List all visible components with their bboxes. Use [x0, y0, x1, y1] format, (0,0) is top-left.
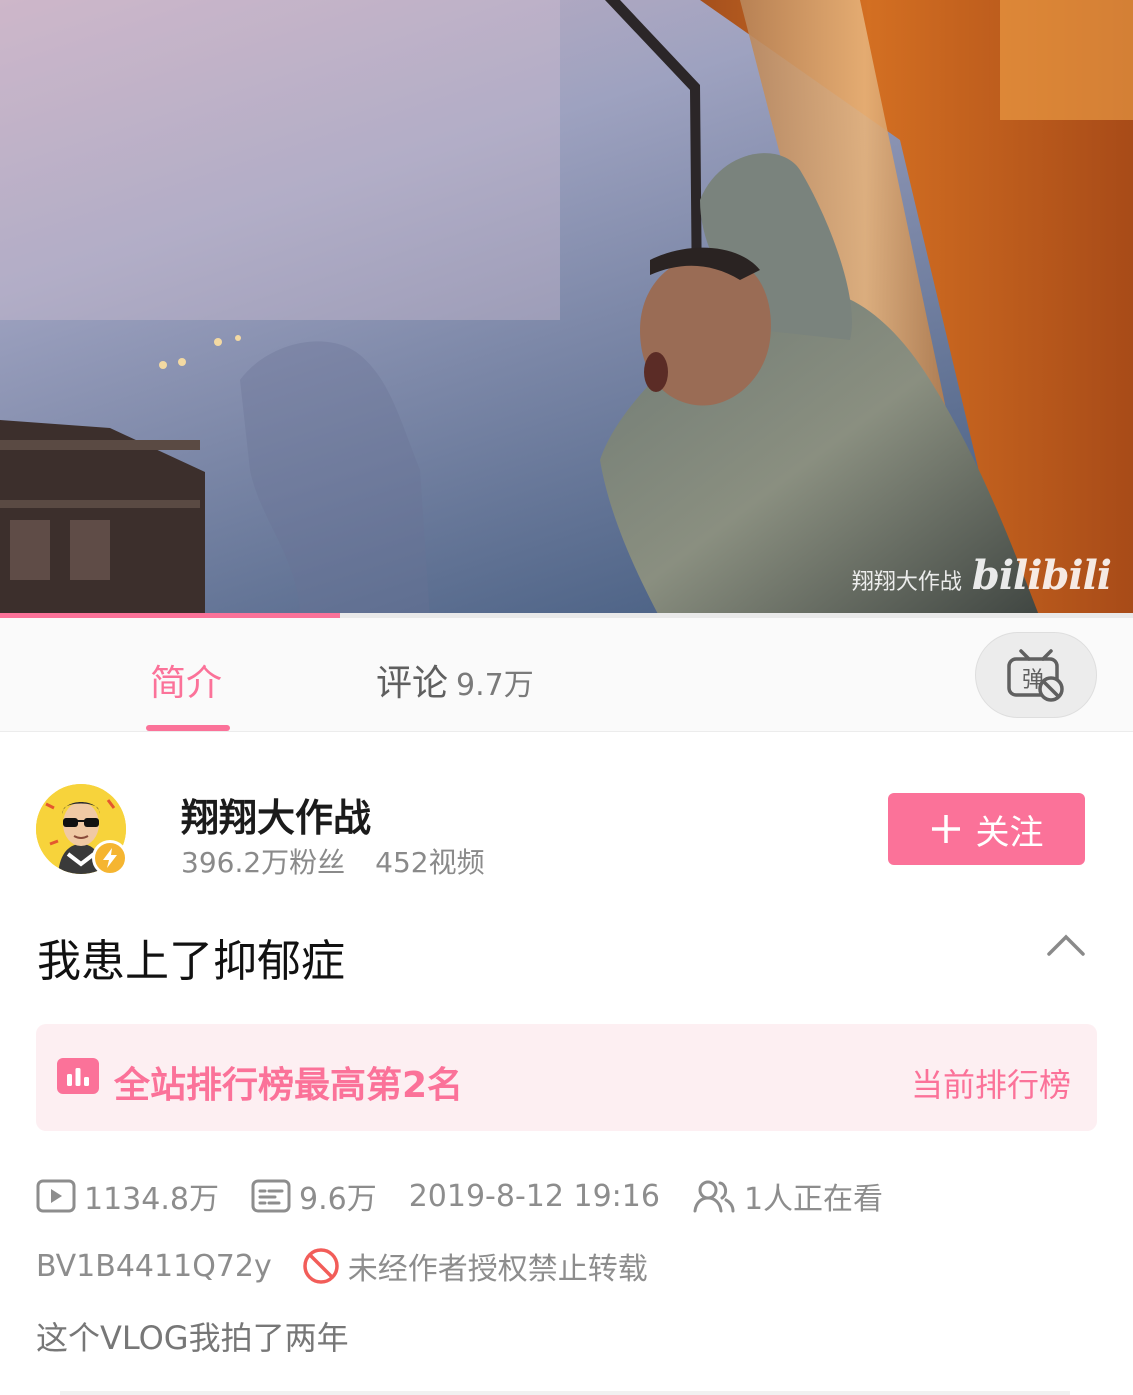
current-ranking-link[interactable]: 当前排行榜 — [911, 1060, 1071, 1106]
ranking-chart-icon — [57, 1058, 99, 1094]
watching-now-value: 1人正在看 — [743, 1182, 884, 1217]
tab-comments-count: 9.7万 — [456, 668, 534, 703]
view-count: 1134.8万 — [36, 1174, 219, 1218]
bvid[interactable]: BV1B4411Q72y — [36, 1249, 272, 1284]
video-watermark: 翔翔大作战 bilibili — [851, 552, 1112, 599]
people-watching-icon — [693, 1180, 735, 1213]
video-id-row: BV1B4411Q72y 未经作者授权禁止转载 — [36, 1244, 648, 1288]
bvid-value: BV1B4411Q72y — [36, 1248, 272, 1284]
uploader-followers: 396.2万粉丝 — [181, 846, 346, 879]
watching-now: 1人正在看 — [692, 1174, 883, 1218]
copyright-notice: 未经作者授权禁止转载 — [302, 1244, 648, 1288]
verified-badge-icon — [92, 840, 128, 876]
tab-comments-label: 评论 — [376, 663, 449, 704]
video-player[interactable]: 翔翔大作战 bilibili — [0, 0, 1133, 618]
plus-icon — [931, 815, 960, 843]
play-count-icon — [36, 1179, 76, 1213]
chevron-up-icon[interactable] — [1046, 932, 1086, 958]
danmaku-count-icon — [251, 1179, 291, 1213]
lightning-icon — [103, 848, 117, 868]
tab-bar: 简介 评论 9.7万 弹 — [0, 618, 1133, 732]
publish-date: 2019-8-12 19:16 — [409, 1179, 660, 1214]
video-stats-row: 1134.8万 9.6万 2019-8-12 19:16 1人正在看 — [36, 1174, 883, 1218]
follow-button[interactable]: 关注 — [888, 793, 1085, 865]
uploader-video-count: 452视频 — [375, 846, 485, 879]
follow-label: 关注 — [975, 812, 1044, 853]
tab-comments[interactable]: 评论 9.7万 — [376, 654, 534, 706]
publish-date-value: 2019-8-12 19:16 — [408, 1178, 660, 1214]
tab-intro[interactable]: 简介 — [150, 654, 222, 706]
danmaku-count: 9.6万 — [251, 1174, 377, 1218]
bilibili-logo: bilibili — [971, 552, 1112, 599]
danmaku-count-value: 9.6万 — [298, 1182, 377, 1217]
active-tab-indicator — [146, 725, 230, 731]
video-description: 这个VLOG我拍了两年 — [36, 1319, 349, 1357]
danmaku-toggle-button[interactable]: 弹 — [975, 632, 1097, 718]
watermark-author: 翔翔大作战 — [851, 570, 962, 595]
video-frame — [0, 0, 1133, 618]
next-section-divider — [60, 1391, 1070, 1395]
view-count-value: 1134.8万 — [84, 1182, 219, 1217]
ranking-text: 全站排行榜最高第2名 — [114, 1065, 464, 1106]
danmaku-off-icon: 弹 — [1007, 649, 1064, 702]
no-repost-icon — [303, 1248, 339, 1284]
uploader-name[interactable]: 翔翔大作战 — [181, 787, 371, 842]
ranking-banner[interactable]: 全站排行榜最高第2名 当前排行榜 — [36, 1024, 1097, 1131]
uploader-stats: 396.2万粉丝 452视频 — [181, 841, 485, 881]
copyright-notice-text: 未经作者授权禁止转载 — [347, 1252, 648, 1287]
video-title: 我患上了抑郁症 — [37, 936, 345, 987]
